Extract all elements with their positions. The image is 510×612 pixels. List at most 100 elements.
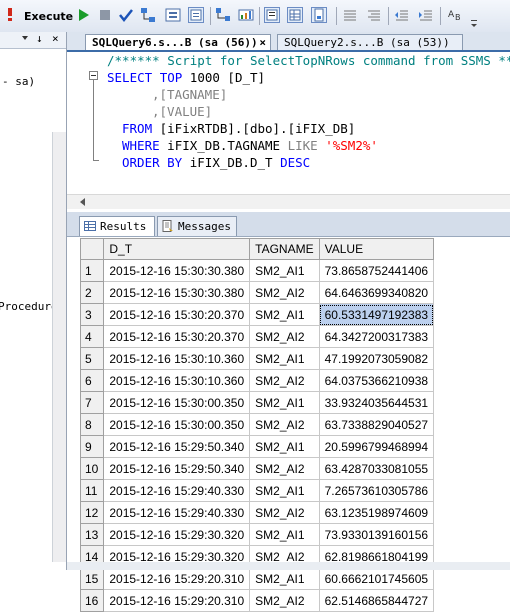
toolbar-overflow-icon[interactable] bbox=[470, 18, 480, 30]
cell-value[interactable]: 64.3427200317383 bbox=[318, 325, 435, 348]
cell-value[interactable]: 33.9324035644531 bbox=[318, 391, 435, 414]
row-number[interactable]: 11 bbox=[79, 479, 105, 502]
row-number[interactable]: 1 bbox=[79, 259, 105, 282]
cell-d-t[interactable]: 2015-12-16 15:30:10.360 bbox=[103, 369, 251, 392]
row-number[interactable]: 16 bbox=[79, 589, 105, 612]
cell-tagname[interactable]: SM2_AI2 bbox=[249, 369, 320, 392]
execute-button[interactable]: Execute bbox=[24, 10, 73, 23]
cell-value[interactable]: 63.1235198974609 bbox=[318, 501, 435, 524]
cell-tagname[interactable]: SM2_AI1 bbox=[249, 523, 320, 546]
server-node-label[interactable]: - sa) bbox=[2, 75, 35, 88]
cell-d-t[interactable]: 2015-12-16 15:30:30.380 bbox=[103, 259, 251, 282]
include-plan-icon[interactable] bbox=[215, 7, 231, 23]
table-row[interactable]: 7 2015-12-16 15:30:00.350 SM2_AI1 33.932403… bbox=[79, 391, 435, 414]
cell-value[interactable]: 60.5331497192383 bbox=[318, 303, 435, 326]
column-header-tagname[interactable]: TAGNAME bbox=[249, 238, 320, 260]
cell-value[interactable]: 60.6662101745605 bbox=[318, 567, 435, 590]
row-number[interactable]: 6 bbox=[79, 369, 105, 392]
cell-tagname[interactable]: SM2_AI1 bbox=[249, 567, 320, 590]
comment-icon[interactable] bbox=[342, 7, 358, 23]
results-text-icon[interactable] bbox=[264, 7, 280, 23]
cell-d-t[interactable]: 2015-12-16 15:29:20.310 bbox=[103, 589, 251, 612]
cell-d-t[interactable]: 2015-12-16 15:30:30.380 bbox=[103, 281, 251, 304]
specify-values-icon[interactable]: AB bbox=[447, 7, 463, 23]
cell-d-t[interactable]: 2015-12-16 15:29:20.310 bbox=[103, 567, 251, 590]
cell-tagname[interactable]: SM2_AI1 bbox=[249, 259, 320, 282]
results-file-icon[interactable] bbox=[311, 7, 327, 23]
table-row[interactable]: 11 2015-12-16 15:29:40.330 SM2_AI1 7.265736… bbox=[79, 479, 435, 502]
stop-icon[interactable] bbox=[97, 7, 113, 23]
table-row[interactable]: 12 2015-12-16 15:29:40.330 SM2_AI2 63.12351… bbox=[79, 501, 435, 524]
cell-value[interactable]: 20.5996799468994 bbox=[318, 435, 435, 458]
cell-tagname[interactable]: SM2_AI2 bbox=[249, 589, 320, 612]
cell-d-t[interactable]: 2015-12-16 15:29:40.330 bbox=[103, 501, 251, 524]
close-icon[interactable]: × bbox=[52, 32, 59, 45]
cell-tagname[interactable]: SM2_AI1 bbox=[249, 435, 320, 458]
uncomment-icon[interactable] bbox=[366, 7, 382, 23]
results-grid[interactable]: D_T TAGNAME VALUE 1 2015-12-16 15:30:30.3… bbox=[79, 238, 435, 612]
cell-value[interactable]: 47.1992073059082 bbox=[318, 347, 435, 370]
row-number[interactable]: 15 bbox=[79, 567, 105, 590]
tab-results[interactable]: Results bbox=[79, 216, 155, 236]
results-grid-icon[interactable] bbox=[287, 7, 303, 23]
cell-value[interactable]: 64.0375366210938 bbox=[318, 369, 435, 392]
cell-d-t[interactable]: 2015-12-16 15:30:00.350 bbox=[103, 391, 251, 414]
row-number[interactable]: 3 bbox=[79, 303, 105, 326]
row-number[interactable]: 7 bbox=[79, 391, 105, 414]
cell-value[interactable]: 63.7338829040527 bbox=[318, 413, 435, 436]
decrease-indent-icon[interactable] bbox=[394, 7, 410, 23]
row-number[interactable]: 10 bbox=[79, 457, 105, 480]
row-number[interactable]: 8 bbox=[79, 413, 105, 436]
tab-sqlquery6[interactable]: SQLQuery6.s...B (sa (56)) × bbox=[85, 34, 271, 50]
table-row[interactable]: 3 2015-12-16 15:30:20.370 SM2_AI1 60.533149… bbox=[79, 303, 435, 326]
cell-value[interactable]: 64.6463699340820 bbox=[318, 281, 435, 304]
cell-value[interactable]: 7.26573610305786 bbox=[318, 479, 435, 502]
cell-tagname[interactable]: SM2_AI1 bbox=[249, 347, 320, 370]
table-row[interactable]: 2 2015-12-16 15:30:30.380 SM2_AI2 64.646369… bbox=[79, 281, 435, 304]
query-options-icon[interactable] bbox=[165, 7, 181, 23]
column-header-d-t[interactable]: D_T bbox=[103, 238, 251, 260]
cell-d-t[interactable]: 2015-12-16 15:30:20.370 bbox=[103, 303, 251, 326]
tab-sqlquery2[interactable]: SQLQuery2.s...B (sa (53)) bbox=[277, 34, 463, 50]
table-row[interactable]: 15 2015-12-16 15:29:20.310 SM2_AI1 60.66621… bbox=[79, 567, 435, 590]
row-number-header[interactable] bbox=[79, 238, 105, 260]
collapse-toggle-icon[interactable] bbox=[89, 71, 98, 80]
intellisense-icon[interactable] bbox=[188, 7, 204, 23]
cell-d-t[interactable]: 2015-12-16 15:29:50.340 bbox=[103, 435, 251, 458]
table-row[interactable]: 10 2015-12-16 15:29:50.340 SM2_AI2 63.42870… bbox=[79, 457, 435, 480]
row-number[interactable]: 9 bbox=[79, 435, 105, 458]
cell-value[interactable]: 73.8658752441406 bbox=[318, 259, 435, 282]
display-plan-icon[interactable] bbox=[140, 7, 156, 23]
run-icon[interactable] bbox=[76, 7, 92, 23]
table-row[interactable]: 5 2015-12-16 15:30:10.360 SM2_AI1 47.199207… bbox=[79, 347, 435, 370]
procedures-node-label[interactable]: Procedure bbox=[0, 300, 58, 313]
table-row[interactable]: 6 2015-12-16 15:30:10.360 SM2_AI2 64.037536… bbox=[79, 369, 435, 392]
row-number[interactable]: 12 bbox=[79, 501, 105, 524]
cell-value[interactable]: 73.9330139160156 bbox=[318, 523, 435, 546]
cell-d-t[interactable]: 2015-12-16 15:30:00.350 bbox=[103, 413, 251, 436]
dropdown-arrow-icon[interactable] bbox=[22, 32, 28, 44]
cell-tagname[interactable]: SM2_AI1 bbox=[249, 391, 320, 414]
cell-tagname[interactable]: SM2_AI1 bbox=[249, 303, 320, 326]
row-number[interactable]: 13 bbox=[79, 523, 105, 546]
table-row[interactable]: 13 2015-12-16 15:29:30.320 SM2_AI1 73.93301… bbox=[79, 523, 435, 546]
cell-value[interactable]: 63.4287033081055 bbox=[318, 457, 435, 480]
cell-tagname[interactable]: SM2_AI2 bbox=[249, 325, 320, 348]
scroll-left-icon[interactable] bbox=[79, 197, 87, 207]
table-row[interactable]: 8 2015-12-16 15:30:00.350 SM2_AI2 63.733882… bbox=[79, 413, 435, 436]
cell-d-t[interactable]: 2015-12-16 15:29:30.320 bbox=[103, 523, 251, 546]
column-header-value[interactable]: VALUE bbox=[318, 238, 435, 260]
cell-tagname[interactable]: SM2_AI2 bbox=[249, 457, 320, 480]
cell-d-t[interactable]: 2015-12-16 15:29:50.340 bbox=[103, 457, 251, 480]
query-editor[interactable]: /****** Script for SelectTopNRows comman… bbox=[67, 52, 510, 194]
row-number[interactable]: 4 bbox=[79, 325, 105, 348]
close-icon[interactable]: × bbox=[259, 35, 266, 51]
cell-tagname[interactable]: SM2_AI2 bbox=[249, 281, 320, 304]
cell-tagname[interactable]: SM2_AI2 bbox=[249, 413, 320, 436]
increase-indent-icon[interactable] bbox=[418, 7, 434, 23]
client-stats-icon[interactable] bbox=[238, 7, 254, 23]
table-row[interactable]: 1 2015-12-16 15:30:30.380 SM2_AI1 73.865875… bbox=[79, 259, 435, 282]
row-number[interactable]: 2 bbox=[79, 281, 105, 304]
editor-horizontal-scrollbar[interactable] bbox=[67, 194, 510, 209]
parse-check-icon[interactable] bbox=[118, 7, 134, 23]
